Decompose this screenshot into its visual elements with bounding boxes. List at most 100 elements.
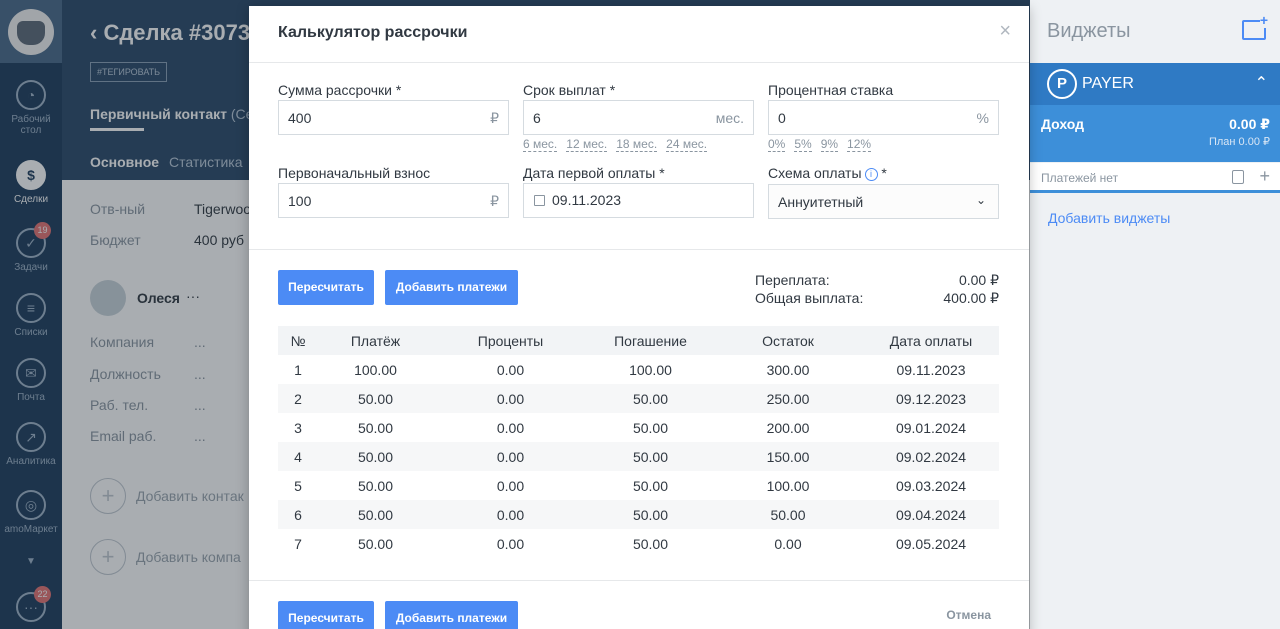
table-cell: 50.00: [357, 535, 394, 552]
divider: [249, 62, 1029, 63]
income-label: Доход: [1041, 116, 1085, 132]
table-cell: 150.00: [713, 442, 863, 471]
table-cell: 5: [294, 477, 302, 494]
close-icon[interactable]: ×: [999, 20, 1011, 43]
table-cell: 0.00: [774, 535, 802, 552]
term-value: 6: [533, 110, 541, 126]
overpay-label: Переплата:: [755, 272, 830, 288]
table-cell: 0.00: [496, 535, 525, 552]
ruble-suffix: ₽: [490, 110, 499, 126]
payment-schedule-table: № Платёж Проценты Погашение Остаток Дата…: [278, 326, 999, 558]
term-option-6[interactable]: 6 мес.: [523, 138, 558, 152]
table-cell: 0.00: [433, 384, 588, 413]
table-cell: 50.00: [318, 442, 433, 471]
first-date-input[interactable]: 09.11.2023: [523, 183, 754, 218]
term-label: Срок выплат *: [523, 82, 616, 98]
down-payment-label: Первоначальный взнос: [278, 165, 431, 181]
table-row: 5 50.00 0.00 50.00 100.00 09.03.2024: [278, 471, 999, 500]
table-cell: 09.05.2024: [895, 535, 967, 552]
plan-value: План 0.00 ₽: [1208, 136, 1270, 148]
sum-input[interactable]: 400 ₽: [278, 100, 509, 135]
table-cell: 2: [278, 384, 318, 413]
rate-quick-options: 0% 5% 9% 12%: [768, 138, 872, 152]
table-cell: 50.00: [713, 500, 863, 529]
scheme-value: Аннуитетный: [778, 194, 864, 210]
table-cell: 50.00: [632, 419, 669, 436]
add-payments-button[interactable]: Добавить платежи: [385, 270, 518, 305]
col-balance: Остаток: [713, 326, 863, 355]
add-payments-button-bottom[interactable]: Добавить платежи: [385, 601, 518, 629]
table-cell: 09.01.2024: [895, 419, 967, 436]
calculator-icon[interactable]: [1232, 170, 1244, 184]
down-payment-input[interactable]: 100 ₽: [278, 183, 509, 218]
col-principal: Погашение: [588, 326, 713, 355]
scheme-label: Схема оплаты i *: [768, 165, 887, 181]
table-cell: 6: [278, 500, 318, 529]
rate-value: 0: [778, 110, 786, 126]
table-row: 6 50.00 0.00 50.00 50.00 09.04.2024: [278, 500, 999, 529]
table-cell: 09.02.2024: [863, 442, 999, 471]
term-option-12[interactable]: 12 мес.: [566, 138, 608, 152]
table-row: 4 50.00 0.00 50.00 150.00 09.02.2024: [278, 442, 999, 471]
rate-option-9[interactable]: 9%: [820, 138, 839, 152]
table-cell: 50.00: [632, 477, 669, 494]
table-row: 1 100.00 0.00 100.00 300.00 09.11.2023: [278, 355, 999, 384]
rate-option-0[interactable]: 0%: [768, 138, 786, 152]
ruble-suffix: ₽: [490, 193, 499, 209]
term-option-18[interactable]: 18 мес.: [616, 138, 658, 152]
table-body: 1 100.00 0.00 100.00 300.00 09.11.2023 2 50.00 0…: [278, 355, 999, 558]
table-cell: 1: [294, 361, 302, 378]
table-cell: 100.00: [629, 361, 672, 378]
table-cell: 3: [294, 419, 302, 436]
rate-input[interactable]: 0 %: [768, 100, 999, 135]
calendar-icon: [534, 195, 545, 206]
table-cell: 0.00: [433, 500, 588, 529]
table-cell: 4: [278, 442, 318, 471]
table-cell: 50.00: [588, 500, 713, 529]
table-cell: 09.04.2024: [863, 500, 999, 529]
installment-calculator-modal: Калькулятор рассрочки × Сумма рассрочки …: [249, 6, 1029, 629]
table-row: 2 50.00 0.00 50.00 250.00 09.12.2023: [278, 384, 999, 413]
sum-label: Сумма рассрочки *: [278, 82, 402, 98]
plus-icon[interactable]: +: [1259, 166, 1270, 187]
scheme-select[interactable]: Аннуитетный ⌄: [768, 184, 999, 219]
term-option-24[interactable]: 24 мес.: [666, 138, 708, 152]
cancel-button[interactable]: Отмена: [946, 608, 991, 622]
table-cell: 09.11.2023: [896, 361, 966, 378]
table-cell: 50.00: [632, 535, 669, 552]
table-cell: 0.00: [496, 361, 525, 378]
chevron-up-icon[interactable]: ⌃: [1255, 73, 1268, 93]
sum-value: 400: [288, 110, 312, 126]
table-row: 7 50.00 0.00 50.00 0.00 09.05.2024: [278, 529, 999, 558]
scheme-label-text: Схема оплаты: [768, 165, 862, 181]
down-payment-value: 100: [288, 193, 312, 209]
table-cell: 50.00: [588, 442, 713, 471]
table-cell: 50.00: [318, 384, 433, 413]
col-interest: Проценты: [433, 326, 588, 355]
col-date: Дата оплаты: [863, 326, 999, 355]
recalculate-button-bottom[interactable]: Пересчитать: [278, 601, 374, 629]
add-widgets-link[interactable]: Добавить виджеты: [1048, 210, 1170, 226]
table-cell: 09.12.2023: [863, 384, 999, 413]
table-cell: 200.00: [766, 419, 810, 436]
payer-summary: Доход 0.00 ₽ План 0.00 ₽: [1030, 105, 1280, 162]
rate-option-12[interactable]: 12%: [847, 138, 872, 152]
table-cell: 100.00: [354, 361, 397, 378]
recalculate-button[interactable]: Пересчитать: [278, 270, 374, 305]
term-quick-options: 6 мес. 12 мес. 18 мес. 24 мес.: [523, 138, 708, 152]
table-cell: 50.00: [357, 419, 394, 436]
rate-option-5[interactable]: 5%: [794, 138, 812, 152]
term-input[interactable]: 6 мес.: [523, 100, 754, 135]
add-widget-icon[interactable]: [1242, 12, 1268, 40]
widgets-panel: Виджеты P PAYER ⌃ Доход 0.00 ₽ План 0.00…: [1030, 0, 1280, 629]
table-row: 3 50.00 0.00 50.00 200.00 09.01.2024: [278, 413, 999, 442]
table-cell: 50.00: [318, 500, 433, 529]
income-value: 0.00 ₽: [1229, 116, 1270, 132]
first-date-value: 09.11.2023: [552, 192, 622, 208]
payments-empty: Платежей нет: [1041, 171, 1119, 185]
info-icon[interactable]: i: [864, 168, 878, 181]
payer-widget-header[interactable]: P PAYER ⌃: [1030, 63, 1280, 105]
table-cell: 09.03.2024: [895, 477, 967, 494]
table-header-row: № Платёж Проценты Погашение Остаток Дата…: [278, 326, 999, 355]
table-cell: 100.00: [766, 477, 810, 494]
